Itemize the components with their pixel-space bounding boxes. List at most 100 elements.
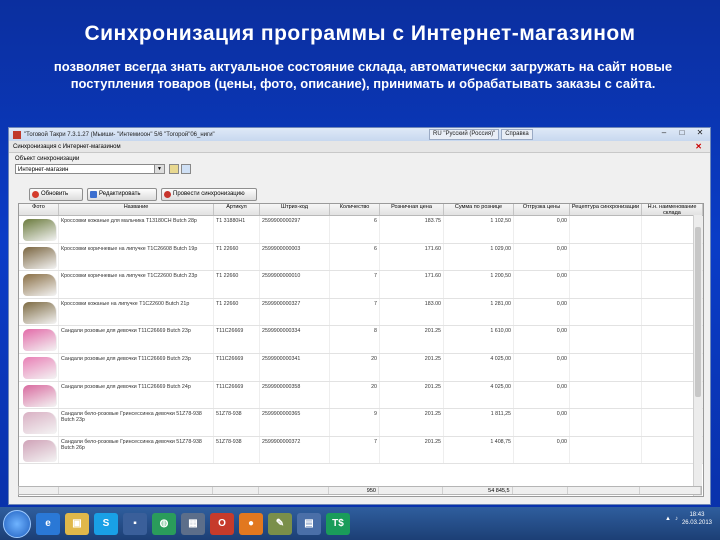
column-header[interactable]: Сумма по рознице bbox=[444, 204, 514, 215]
shoe-photo bbox=[23, 246, 57, 269]
cell-name: Кроссовки коричневые на липучке T1C22600… bbox=[59, 271, 214, 298]
cell-sku: T1 31880H1 bbox=[214, 216, 260, 243]
vertical-scrollbar[interactable] bbox=[693, 215, 702, 496]
shoe-photo bbox=[23, 219, 57, 241]
column-header[interactable]: Название bbox=[59, 204, 214, 215]
ts-app-icon[interactable]: T$ bbox=[326, 512, 350, 535]
cell-sum: 1 811,25 bbox=[444, 409, 514, 436]
sync-icon bbox=[164, 191, 171, 198]
cell-sum: 1 029,00 bbox=[444, 243, 514, 271]
panel-title: Синхронизация с Интернет-магазином bbox=[13, 143, 121, 150]
slide-subtitle: позволяет всегда знать актуальное состоя… bbox=[53, 59, 673, 91]
cell-barcode: 2599900000358 bbox=[260, 381, 330, 409]
cell-price: 171.60 bbox=[380, 243, 444, 271]
table-row[interactable]: Сандали розовые для девочки T11C26669 Bu… bbox=[19, 381, 703, 410]
cell-qty: 20 bbox=[330, 353, 380, 381]
column-header[interactable]: Артикул bbox=[214, 204, 260, 215]
maximize-icon[interactable]: □ bbox=[676, 128, 688, 137]
windows-start-icon[interactable] bbox=[3, 509, 31, 538]
refresh-button[interactable]: Обновить bbox=[29, 188, 83, 201]
skype-icon[interactable]: S bbox=[94, 512, 118, 535]
minimize-icon[interactable]: – bbox=[658, 128, 670, 137]
cell-name: Кроссовки кожаные на липучке T1C22600 Bu… bbox=[59, 298, 214, 326]
save-icon[interactable]: ▪ bbox=[123, 512, 147, 535]
product-photo bbox=[19, 353, 59, 381]
cell-barcode: 2599900000010 bbox=[260, 271, 330, 298]
cell-name: Сандали бело-розовые Гринсессинка девочк… bbox=[59, 436, 214, 464]
column-header[interactable]: Фото bbox=[19, 204, 59, 215]
folder-icon[interactable]: ▣ bbox=[65, 512, 89, 535]
cell-barcode: 2599900000003 bbox=[260, 243, 330, 271]
column-header[interactable]: Розничная цена bbox=[380, 204, 444, 215]
sync-button[interactable]: Провести синхронизацию bbox=[161, 188, 257, 201]
globe-icon[interactable]: ◍ bbox=[152, 512, 176, 535]
table-totals: 950 54 845,5 bbox=[18, 486, 702, 495]
table-row[interactable]: Кроссовки кожаные для мальчика T13180CH … bbox=[19, 216, 703, 244]
column-header[interactable]: Штрих-код bbox=[260, 204, 330, 215]
cell-price: 183.75 bbox=[380, 216, 444, 243]
cell-empty bbox=[570, 243, 642, 271]
column-header[interactable]: Рецептура синхронизации bbox=[570, 204, 642, 215]
cell-barcode: 2599900000341 bbox=[260, 353, 330, 381]
cell-price: 201.25 bbox=[380, 436, 444, 464]
clock[interactable]: 18:43 26.03.2013 bbox=[682, 511, 712, 527]
cell-empty bbox=[570, 298, 642, 326]
refresh-icon bbox=[32, 191, 39, 198]
chevron-down-icon[interactable]: ▼ bbox=[154, 165, 164, 173]
tray-volume-icon[interactable]: ♪ bbox=[675, 516, 678, 522]
edit-button[interactable]: Редактировать bbox=[87, 188, 157, 201]
product-photo bbox=[19, 326, 59, 353]
language-button[interactable]: RU "Русский (Россия)" bbox=[429, 129, 500, 140]
windows-icon[interactable]: ▤ bbox=[297, 512, 321, 535]
cell-price: 201.25 bbox=[380, 409, 444, 436]
sync-label: Провести синхронизацию bbox=[173, 191, 245, 197]
folder-open-icon[interactable] bbox=[169, 164, 179, 174]
calculator-icon[interactable]: ▦ bbox=[181, 512, 205, 535]
close-icon[interactable]: ✕ bbox=[694, 128, 706, 137]
table-header: Фото Название Артикул Штрих-код Количество Ро… bbox=[19, 204, 703, 216]
shoe-photo bbox=[23, 439, 57, 462]
settings-icon[interactable] bbox=[181, 164, 191, 174]
table-row[interactable]: Кроссовки кожаные на липучке T1C22600 Bu… bbox=[19, 298, 703, 327]
table-row[interactable]: Кроссовки коричневые на липучке T1C22600… bbox=[19, 271, 703, 299]
cell-empty bbox=[570, 216, 642, 243]
clock-time: 18:43 bbox=[689, 512, 705, 518]
pen-icon[interactable]: ✎ bbox=[268, 512, 292, 535]
cell-sku: T11C26669 bbox=[214, 381, 260, 409]
cell-sku: T1 22660 bbox=[214, 298, 260, 326]
cell-sum: 4 025,00 bbox=[444, 353, 514, 381]
firefox-icon[interactable]: ● bbox=[239, 512, 263, 535]
product-photo bbox=[19, 243, 59, 271]
cell-sku: 51Z78-938 bbox=[214, 409, 260, 436]
scrollbar-thumb[interactable] bbox=[695, 227, 701, 397]
cell-ship: 0,00 bbox=[514, 436, 570, 464]
help-button[interactable]: Справка bbox=[501, 129, 533, 140]
cell-ship: 0,00 bbox=[514, 381, 570, 409]
cell-qty: 6 bbox=[330, 243, 380, 271]
opera-icon[interactable]: O bbox=[210, 512, 234, 535]
object-select[interactable]: Интернет-магазин ▼ bbox=[15, 164, 165, 174]
column-header[interactable]: Количество bbox=[330, 204, 380, 215]
table-row[interactable]: Сандали бело-розовые Гринсессинка девочк… bbox=[19, 436, 703, 465]
table-row[interactable]: Сандали бело-розовые Гринсессинка девочк… bbox=[19, 409, 703, 437]
table-row[interactable]: Кроссовки коричневые на липучке T1C26608… bbox=[19, 243, 703, 272]
table-row[interactable]: Сандали розовые для девочки T11C26669 Bu… bbox=[19, 326, 703, 354]
column-header[interactable]: Н.н. наименование склада bbox=[642, 204, 703, 215]
window-titlebar: "Тоговой Такри 7.3.1.27 (Мыиши- "Интемио… bbox=[9, 128, 710, 141]
cell-ship: 0,00 bbox=[514, 216, 570, 243]
ie-icon[interactable]: e bbox=[36, 512, 60, 535]
column-header[interactable]: Отгрузка цены bbox=[514, 204, 570, 215]
tray-network-icon[interactable]: ▲ bbox=[665, 516, 671, 522]
shoe-photo bbox=[23, 274, 57, 297]
product-photo bbox=[19, 436, 59, 464]
product-photo bbox=[19, 271, 59, 298]
table-row[interactable]: Сандали розовые для девочки T11C26669 Bu… bbox=[19, 353, 703, 382]
panel-close-icon[interactable]: ✕ bbox=[695, 142, 702, 151]
cell-name: Сандали розовые для девочки T11C26669 Bu… bbox=[59, 381, 214, 409]
cell-name: Кроссовки кожаные для мальчика T13180CH … bbox=[59, 216, 214, 243]
products-table: Фото Название Артикул Штрих-код Количество Ро… bbox=[18, 203, 704, 497]
cell-ship: 0,00 bbox=[514, 298, 570, 326]
cell-barcode: 2599900000365 bbox=[260, 409, 330, 436]
shoe-photo bbox=[23, 356, 57, 379]
product-photo bbox=[19, 216, 59, 243]
